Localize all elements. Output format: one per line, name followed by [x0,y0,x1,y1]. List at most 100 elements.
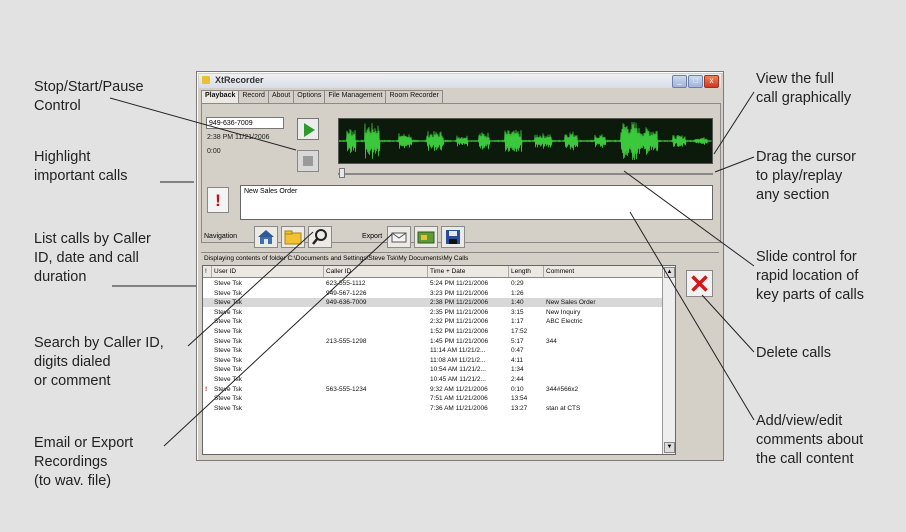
waveform-display[interactable] [338,118,713,164]
tab-about[interactable]: About [267,90,295,103]
col-flag[interactable]: ! [203,266,211,277]
annotation-email-export: Email or Export Recordings (to wav. file… [34,435,134,489]
cell-time: 9:32 AM 11/21/2006 [430,385,488,393]
waveform-path [339,121,712,161]
cell-comment: New Sales Order [546,299,596,307]
col-length[interactable]: Length [508,266,531,277]
email-button[interactable] [387,226,411,248]
export-icon [417,231,435,244]
cell-user: Steve Tsk [214,395,243,403]
table-row[interactable]: Steve Tsk 11:08 AM 11/21/2... 4:11 [203,356,663,365]
table-row[interactable]: Steve Tsk 11:14 AM 11/21/2... 0:47 [203,346,663,355]
cell-time: 2:32 PM 11/21/2006 [430,318,489,326]
cell-user: Steve Tsk [214,318,243,326]
scroll-down-icon[interactable]: ▼ [664,442,675,453]
cell-time: 10:54 AM 11/21/2... [430,366,486,374]
caller-id-field: 949-636-7009 [206,117,284,129]
annotation-view-full: View the full call graphically [756,71,852,106]
app-window: XtRecorder _ □ x Playback Record About O… [196,71,724,461]
tab-room-recorder[interactable]: Room Recorder [385,90,443,103]
slider-thumb[interactable] [339,168,345,178]
cell-time: 2:35 PM 11/21/2006 [430,308,489,316]
table-row[interactable]: Steve Tsk 10:45 AM 11/21/2... 2:44 [203,375,663,384]
call-datetime: 2:38 PM 11/21/2006 [207,134,270,141]
cell-caller: 213-555-1298 [326,337,367,345]
cell-comment: 344#566x2 [546,385,579,393]
tab-record[interactable]: Record [238,90,269,103]
cell-time: 11:14 AM 11/21/2... [430,347,486,355]
delete-icon: ✕ [688,269,711,299]
cell-time: 3:23 PM 11/21/2006 [430,289,489,297]
save-icon [446,230,460,244]
tab-playback[interactable]: Playback [201,90,240,103]
cell-user: Steve Tsk [214,299,243,307]
list-scrollbar[interactable]: ▲ ▼ [662,266,675,454]
export-label: Export [362,233,383,240]
cell-time: 1:45 PM 11/21/2006 [430,337,489,345]
table-row[interactable]: Steve Tsk 7:36 AM 11/21/2006 13:27 stan at … [203,404,663,413]
waveform-graphic [339,121,712,161]
cell-user: Steve Tsk [214,280,243,287]
export-wav-button[interactable] [414,226,438,248]
tab-file-management[interactable]: File Management [324,90,387,103]
cell-user: Steve Tsk [214,308,243,316]
cell-time: 1:52 PM 11/21/2006 [430,328,489,335]
important-flag-button[interactable]: ! [207,187,229,213]
table-row[interactable]: Steve Tsk 949-636-7009 2:38 PM 11/21/2006 1… [203,298,663,308]
folder-button[interactable] [281,226,305,248]
tab-bar: Playback Record About Options File Manag… [201,90,443,103]
cell-length: 5:17 [511,337,524,345]
close-icon[interactable]: x [704,75,719,88]
cell-comment: stan at CTS [546,404,581,412]
calls-list[interactable]: ! User ID Caller ID Time + Date Length C… [202,265,676,455]
tab-options[interactable]: Options [293,90,326,103]
cell-user: Steve Tsk [214,347,243,355]
save-button[interactable] [441,226,465,248]
minimize-icon[interactable]: _ [672,75,687,88]
cell-length: 0:10 [511,385,524,393]
cell-time: 5:24 PM 11/21/2006 [430,280,489,287]
delete-button[interactable]: ✕ [686,270,713,297]
navigation-label: Navigation [204,233,238,240]
annotation-search: Search by Caller ID, digits dialed or co… [34,335,164,389]
col-time-date[interactable]: Time + Date [427,266,465,277]
cell-user: Steve Tsk [214,356,243,364]
cell-length: 3:15 [511,308,524,316]
cell-time: 11:08 AM 11/21/2... [430,356,486,364]
home-button[interactable] [254,226,278,248]
stop-button[interactable] [297,150,319,172]
cell-length: 13:27 [511,404,528,412]
table-row[interactable]: Steve Tsk 949-567-1226 3:23 PM 11/21/2006 1… [203,289,663,298]
search-button[interactable] [308,226,332,248]
table-row[interactable]: Steve Tsk 2:32 PM 11/21/2006 1:17 ABC Elect… [203,317,663,326]
home-icon [258,230,274,244]
table-row[interactable]: Steve Tsk 623-555-1112 5:24 PM 11/21/2006 0… [203,279,663,288]
cell-length: 1:40 [511,299,524,307]
play-button[interactable] [297,118,319,140]
col-comment[interactable]: Comment [543,266,574,277]
app-icon [202,76,210,84]
cell-length: 2:44 [511,376,524,383]
table-row[interactable]: Steve Tsk 2:35 PM 11/21/2006 3:15 New Inqui… [203,308,663,317]
table-row[interactable]: Steve Tsk 7:51 AM 11/21/2006 13:54 [203,394,663,403]
cell-time: 10:45 AM 11/21/2... [430,376,486,383]
playback-slider[interactable] [338,168,713,178]
elapsed-time: 0:00 [207,148,221,155]
cell-user: Steve Tsk [214,328,243,335]
comment-field[interactable]: New Sales Order [240,185,713,220]
cell-user: Steve Tsk [214,366,243,374]
maximize-icon[interactable]: □ [688,75,703,88]
slider-track [338,173,713,175]
col-caller-id[interactable]: Caller ID [323,266,351,277]
scroll-up-icon[interactable]: ▲ [664,267,675,278]
table-row[interactable]: Steve Tsk 10:54 AM 11/21/2... 1:34 [203,365,663,374]
cell-comment: ABC Electric [546,318,583,326]
table-row[interactable]: Steve Tsk 1:52 PM 11/21/2006 17:52 [203,327,663,336]
cell-time: 2:38 PM 11/21/2006 [430,299,489,307]
table-row[interactable]: Steve Tsk 213-555-1298 1:45 PM 11/21/2006 5… [203,337,663,346]
folder-icon [284,230,302,245]
col-user-id[interactable]: User ID [211,266,236,277]
table-row[interactable]: ! Steve Tsk 563-555-1234 9:32 AM 11/21/2006… [203,385,663,394]
cell-user: Steve Tsk [214,385,243,393]
search-icon [312,229,327,245]
